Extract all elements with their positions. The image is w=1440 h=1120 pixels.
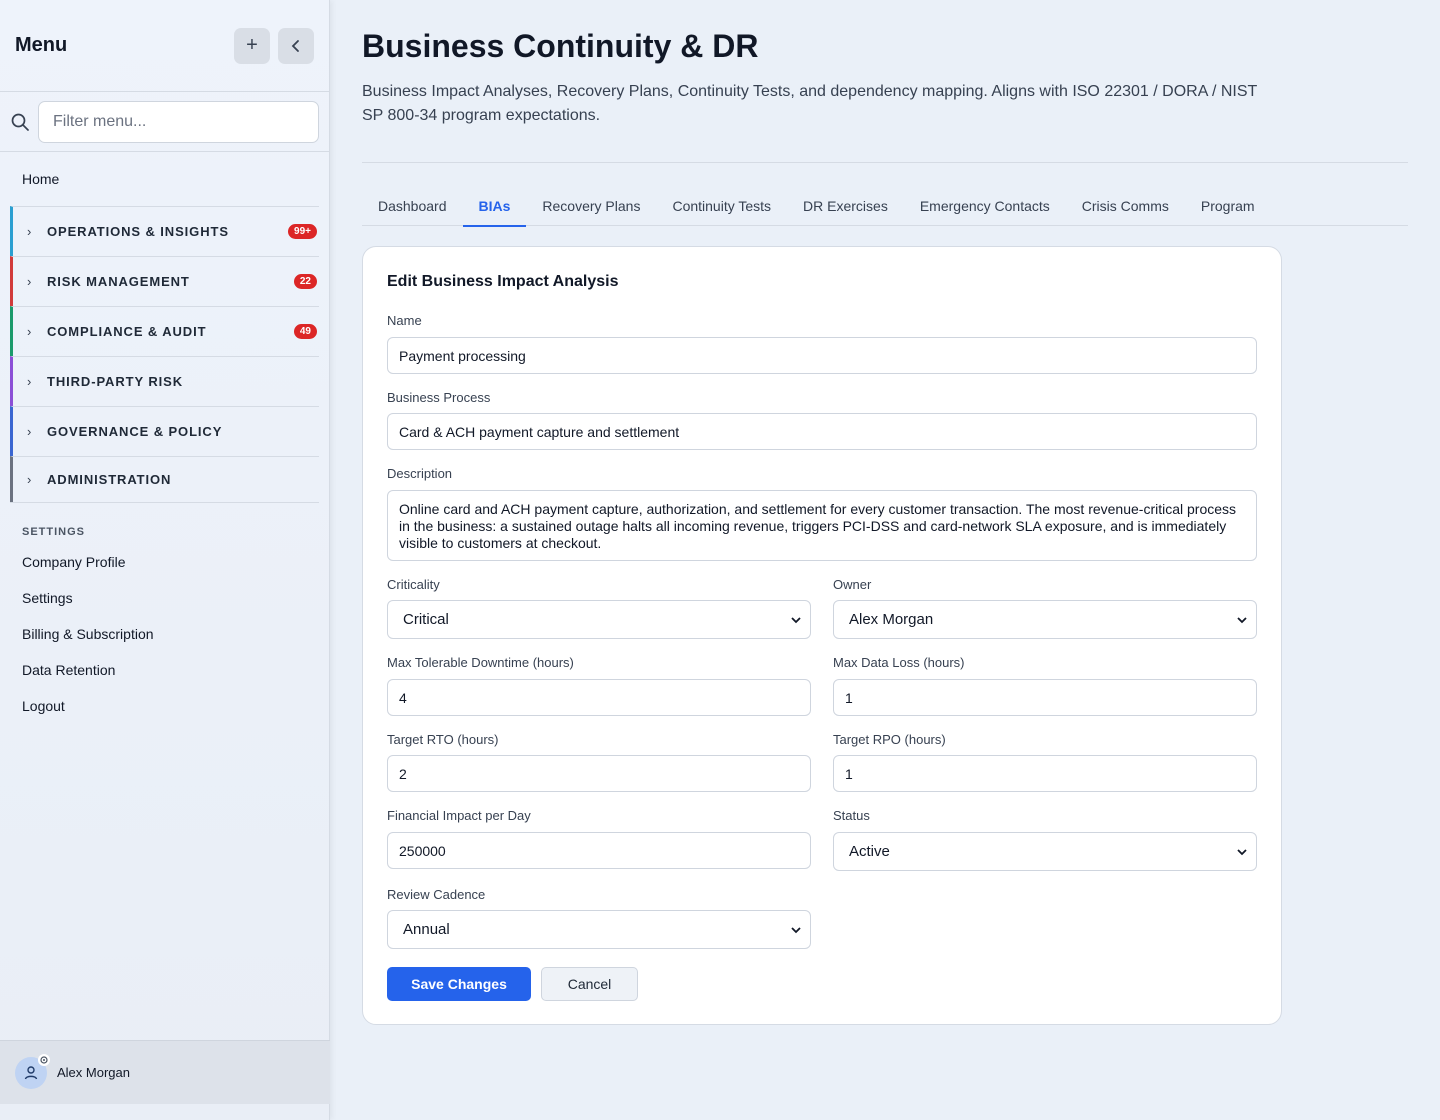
- sidebar-group-compliance[interactable]: › COMPLIANCE & AUDIT 49: [10, 306, 319, 356]
- sidebar-title: Menu: [15, 34, 68, 56]
- sidebar-item-data-retention[interactable]: Data Retention: [0, 652, 329, 688]
- cancel-button[interactable]: Cancel: [541, 967, 638, 1001]
- sidebar-item-billing[interactable]: Billing & Subscription: [0, 616, 329, 652]
- sidebar-group-governance[interactable]: › GOVERNANCE & POLICY: [10, 406, 319, 456]
- tab-bias[interactable]: BIAs: [462, 186, 527, 227]
- tab-recovery-plans[interactable]: Recovery Plans: [526, 186, 656, 226]
- status-value: Active: [849, 843, 890, 860]
- user-footer[interactable]: Alex Morgan: [0, 1040, 330, 1104]
- search-icon: [10, 112, 32, 132]
- form-title: Edit Business Impact Analysis: [387, 273, 619, 290]
- owner-value: Alex Morgan: [849, 611, 934, 628]
- plus-icon: +: [246, 34, 258, 56]
- mtd-label: Max Tolerable Downtime (hours): [387, 655, 574, 670]
- count-badge: 99+: [288, 224, 317, 239]
- page-title: Business Continuity & DR: [362, 28, 759, 64]
- chevron-down-icon: [1237, 616, 1247, 623]
- target-rpo-field[interactable]: 1: [833, 755, 1257, 792]
- chevron-left-icon: [291, 39, 299, 52]
- sidebar-group-third-party[interactable]: › THIRD-PARTY RISK: [10, 356, 319, 406]
- owner-select[interactable]: Alex Morgan: [833, 600, 1257, 639]
- sidebar-item-logout[interactable]: Logout: [0, 688, 329, 724]
- gear-icon: [38, 1053, 50, 1066]
- sidebar-group-label: OPERATIONS & INSIGHTS: [47, 224, 229, 239]
- mtd-field[interactable]: 4: [387, 679, 811, 716]
- owner-label: Owner: [833, 577, 872, 592]
- user-name: Alex Morgan: [57, 1065, 130, 1080]
- sidebar-group-label: THIRD-PARTY RISK: [47, 374, 183, 389]
- save-changes-button[interactable]: Save Changes: [387, 967, 531, 1001]
- description-label: Description: [387, 466, 453, 481]
- tab-program[interactable]: Program: [1185, 186, 1271, 226]
- review-cadence-value: Annual: [403, 921, 450, 938]
- sidebar-group-operations[interactable]: › OPERATIONS & INSIGHTS 99+: [10, 206, 319, 256]
- tab-crisis-comms[interactable]: Crisis Comms: [1066, 186, 1185, 226]
- count-badge: 22: [293, 274, 317, 289]
- status-label: Status: [833, 808, 870, 823]
- criticality-label: Criticality: [387, 577, 440, 592]
- chevron-right-icon: ›: [27, 274, 32, 289]
- page-description: Business Impact Analyses, Recovery Plans…: [362, 83, 1257, 124]
- review-cadence-select[interactable]: Annual: [387, 910, 811, 949]
- chevron-right-icon: ›: [27, 224, 32, 239]
- target-rto-field[interactable]: 2: [387, 755, 811, 792]
- sidebar-group-label: ADMINISTRATION: [47, 472, 172, 487]
- divider: [362, 162, 1408, 163]
- status-select[interactable]: Active: [833, 832, 1257, 871]
- chevron-down-icon: [791, 926, 801, 933]
- edit-bia-form: Edit Business Impact Analysis Name Payme…: [362, 246, 1282, 1025]
- sidebar-item-home[interactable]: Home: [0, 152, 329, 206]
- chevron-right-icon: ›: [27, 472, 32, 487]
- tab-dr-exercises[interactable]: DR Exercises: [787, 186, 904, 226]
- add-button[interactable]: +: [234, 27, 270, 64]
- collapse-sidebar-button[interactable]: [278, 27, 314, 64]
- tab-bar: Dashboard BIAs Recovery Plans Continuity…: [362, 186, 1408, 227]
- sidebar-item-company-profile[interactable]: Company Profile: [0, 544, 329, 580]
- review-cadence-label: Review Cadence: [387, 887, 486, 902]
- business-process-field[interactable]: Card & ACH payment capture and settlemen…: [387, 413, 1257, 450]
- sidebar-filter: [0, 92, 329, 152]
- sidebar-item-settings[interactable]: Settings: [0, 580, 329, 616]
- chevron-down-icon: [1237, 848, 1247, 855]
- name-field[interactable]: Payment processing: [387, 337, 1257, 374]
- tab-continuity-tests[interactable]: Continuity Tests: [656, 186, 787, 226]
- avatar: [15, 1053, 50, 1089]
- chevron-right-icon: ›: [27, 374, 32, 389]
- tab-emergency-contacts[interactable]: Emergency Contacts: [904, 186, 1066, 226]
- max-data-loss-field[interactable]: 1: [833, 679, 1257, 716]
- description-textarea[interactable]: Online card and ACH payment capture, aut…: [387, 490, 1257, 561]
- target-rto-label: Target RTO (hours): [387, 732, 499, 747]
- sidebar-group-administration[interactable]: › ADMINISTRATION: [10, 456, 319, 502]
- criticality-value: Critical: [403, 611, 449, 628]
- user-icon: [24, 1065, 38, 1079]
- sidebar-group-label: COMPLIANCE & AUDIT: [47, 324, 207, 339]
- max-data-loss-label: Max Data Loss (hours): [833, 655, 965, 670]
- chevron-right-icon: ›: [27, 324, 32, 339]
- count-badge: 49: [293, 324, 317, 339]
- criticality-select[interactable]: Critical: [387, 600, 811, 639]
- financial-impact-field[interactable]: 250000: [387, 832, 811, 869]
- chevron-right-icon: ›: [27, 424, 32, 439]
- tab-dashboard[interactable]: Dashboard: [362, 186, 463, 226]
- name-label: Name: [387, 313, 422, 328]
- financial-impact-label: Financial Impact per Day: [387, 808, 531, 823]
- sidebar-group-label: RISK MANAGEMENT: [47, 274, 190, 289]
- business-process-label: Business Process: [387, 390, 491, 405]
- filter-menu-input[interactable]: [38, 100, 319, 143]
- target-rpo-label: Target RPO (hours): [833, 732, 946, 747]
- chevron-down-icon: [791, 616, 801, 623]
- settings-heading: SETTINGS: [10, 502, 319, 540]
- sidebar: Menu + Home › OPERATIONS & INSIGHTS 99+ …: [0, 0, 330, 1120]
- sidebar-header: Menu +: [0, 0, 329, 92]
- sidebar-group-label: GOVERNANCE & POLICY: [47, 424, 223, 439]
- sidebar-group-risk[interactable]: › RISK MANAGEMENT 22: [10, 256, 319, 306]
